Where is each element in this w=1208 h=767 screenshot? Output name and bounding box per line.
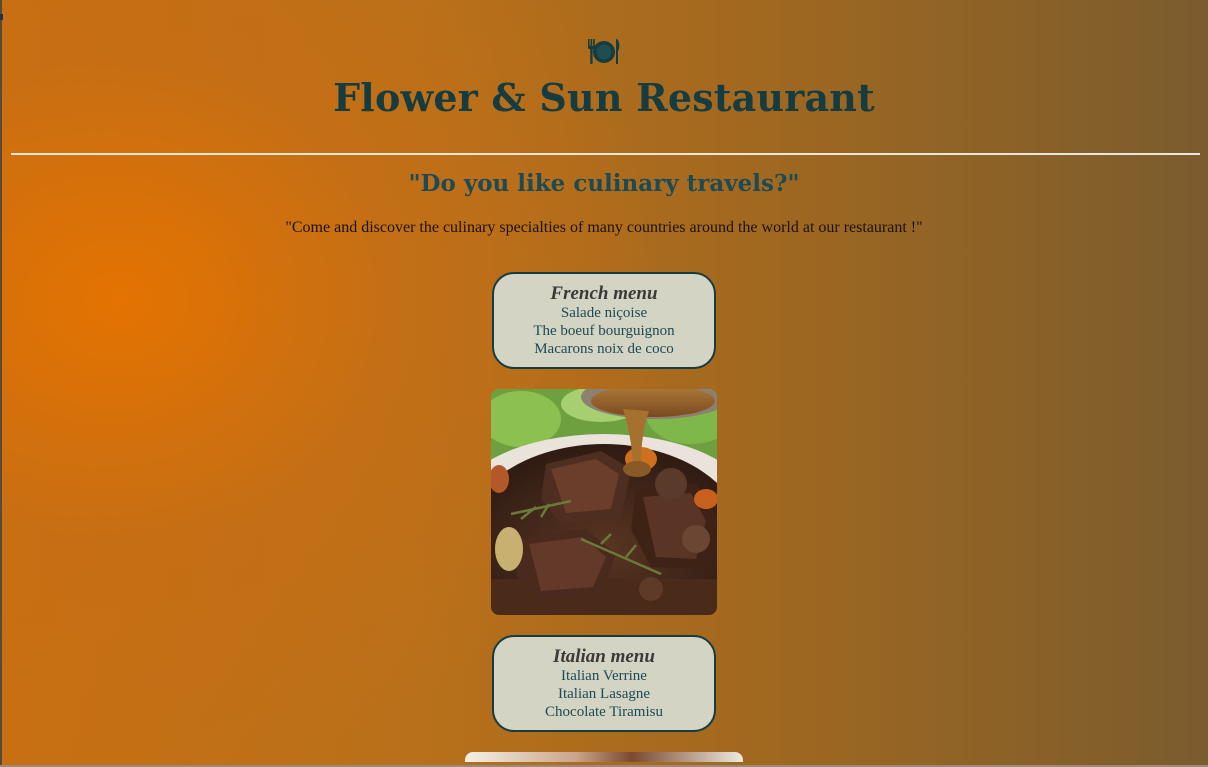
site-header: Flower & Sun Restaurant [0,0,1208,120]
menu-item: Italian Lasagne [557,686,651,702]
menu-item: The boeuf bourguignon [533,323,675,339]
menu-item: Salade niçoise [560,305,648,321]
next-dish-photo [465,752,743,762]
plate-cutlery-icon [586,36,622,66]
tagline-heading: "Do you like culinary travels?" [408,170,800,197]
restaurant-title: Flower & Sun Restaurant [333,75,875,120]
menu-item: Macarons noix de coco [534,341,674,357]
menu-item: Italian Verrine [561,668,647,684]
window-edge-marker [0,14,3,20]
main-content: "Do you like culinary travels?" "Come an… [0,170,1208,762]
menu-card-french: French menu Salade niçoise The boeuf bou… [492,272,716,369]
intro-text: "Come and discover the culinary specialt… [285,219,923,236]
menu-item: Chocolate Tiramisu [545,704,663,720]
header-divider [11,153,1200,155]
menu-title: French menu [550,283,658,304]
boeuf-bourguignon-photo [491,389,717,615]
menu-card-italian: Italian menu Italian Verrine Italian Las… [492,635,716,732]
menu-title: Italian menu [553,646,655,667]
